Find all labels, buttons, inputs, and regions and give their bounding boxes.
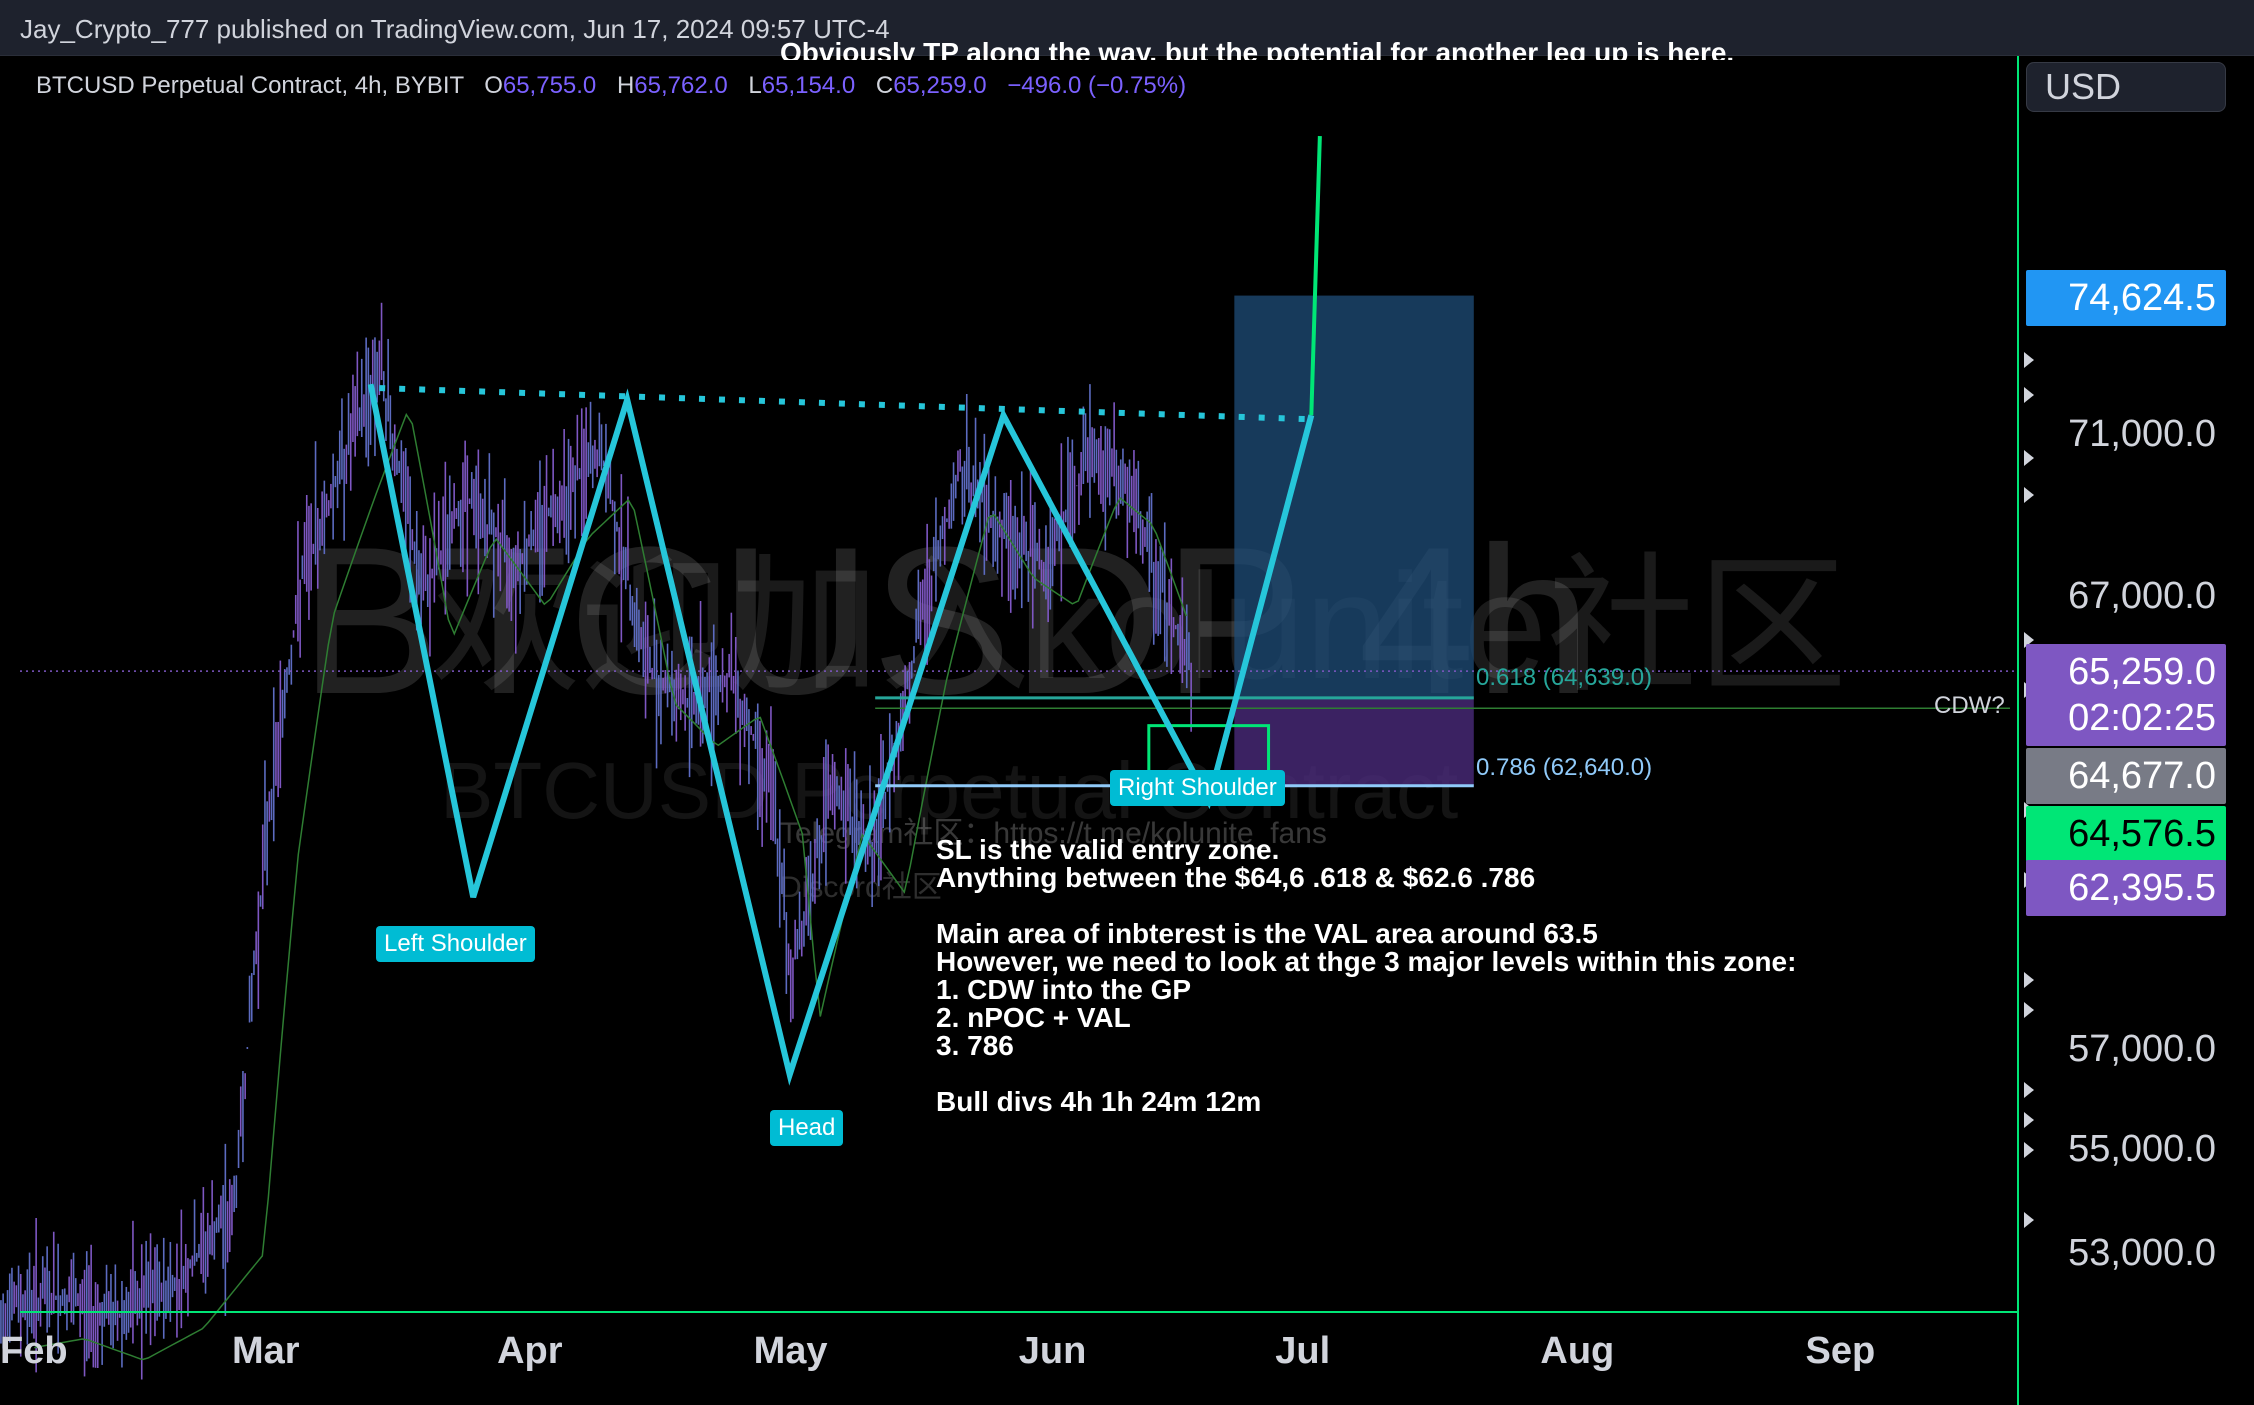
- x-tick-label: May: [753, 1330, 828, 1372]
- legend-high: 65,762.0: [634, 72, 728, 99]
- legend-c-label: C: [875, 72, 894, 99]
- head-label: Head: [770, 1110, 844, 1146]
- fib-618-label: 0.618 (64,639.0): [1476, 664, 1653, 691]
- x-tick-label: Feb: [0, 1330, 68, 1372]
- left-shoulder-label: Left Shoulder: [376, 926, 535, 962]
- legend-o-label: O: [484, 72, 503, 99]
- ohlc-legend: BTCUSD Perpetual Contract, 4h, BYBIT O65…: [36, 72, 1186, 100]
- top-annotation: Obviously TP along the way, but the pote…: [780, 37, 1735, 60]
- x-tick-label: Mar: [232, 1330, 300, 1372]
- neckline: [379, 385, 1312, 423]
- x-tick-label: Jul: [1275, 1330, 1331, 1372]
- legend-open: 65,755.0: [502, 72, 597, 99]
- cdw-label: CDW?: [1934, 692, 2005, 719]
- price-badge: 62,395.5: [2026, 860, 2226, 916]
- fib-786-label: 0.786 (62,640.0): [1476, 754, 1653, 781]
- currency-button[interactable]: USD: [2026, 62, 2226, 112]
- legend-close: 65,259.0: [893, 72, 987, 99]
- analysis-note: SL is the valid entry zone. Anything bet…: [936, 834, 1797, 1117]
- legend-h-label: H: [616, 72, 635, 99]
- y-tick-label: 71,000.0: [2068, 413, 2216, 455]
- legend-symbol: BTCUSD Perpetual Contract, 4h, BYBIT: [36, 72, 465, 99]
- chart-svg: [0, 56, 2034, 1405]
- price-axis-marker: [2024, 1142, 2034, 1158]
- target-zone: [1234, 295, 1474, 698]
- y-tick-label: 67,000.0: [2068, 575, 2216, 618]
- legend-change: −496.0 (−0.75%): [1007, 72, 1187, 99]
- price-axis-marker: [2024, 487, 2034, 503]
- price-axis-marker: [2024, 387, 2034, 403]
- price-badge: 64,576.5: [2026, 806, 2226, 862]
- x-tick-label: Sep: [1805, 1330, 1876, 1372]
- legend-l-label: L: [748, 72, 762, 99]
- x-tick-label: Aug: [1540, 1330, 1615, 1372]
- price-axis-marker: [2024, 1212, 2034, 1228]
- y-tick-label: 55,000.0: [2068, 1128, 2216, 1171]
- price-axis-marker: [2024, 1112, 2034, 1128]
- price-axis-marker: [2024, 972, 2034, 988]
- y-tick-label: 53,000.0: [2068, 1231, 2216, 1274]
- price-badge: 02:02:25: [2026, 690, 2226, 746]
- price-axis-marker: [2024, 352, 2034, 368]
- legend-low: 65,154.0: [761, 72, 856, 99]
- x-tick-label: Apr: [497, 1330, 563, 1372]
- right-shoulder-label: Right Shoulder: [1110, 770, 1285, 806]
- price-axis-marker: [2024, 1002, 2034, 1018]
- price-axis-marker: [2024, 450, 2034, 466]
- x-tick-label: Jun: [1018, 1330, 1087, 1372]
- price-badge: 74,624.5: [2026, 270, 2226, 326]
- price-badge: 64,677.0: [2026, 748, 2226, 804]
- price-axis-marker: [2024, 1082, 2034, 1098]
- y-tick-label: 57,000.0: [2068, 1028, 2216, 1070]
